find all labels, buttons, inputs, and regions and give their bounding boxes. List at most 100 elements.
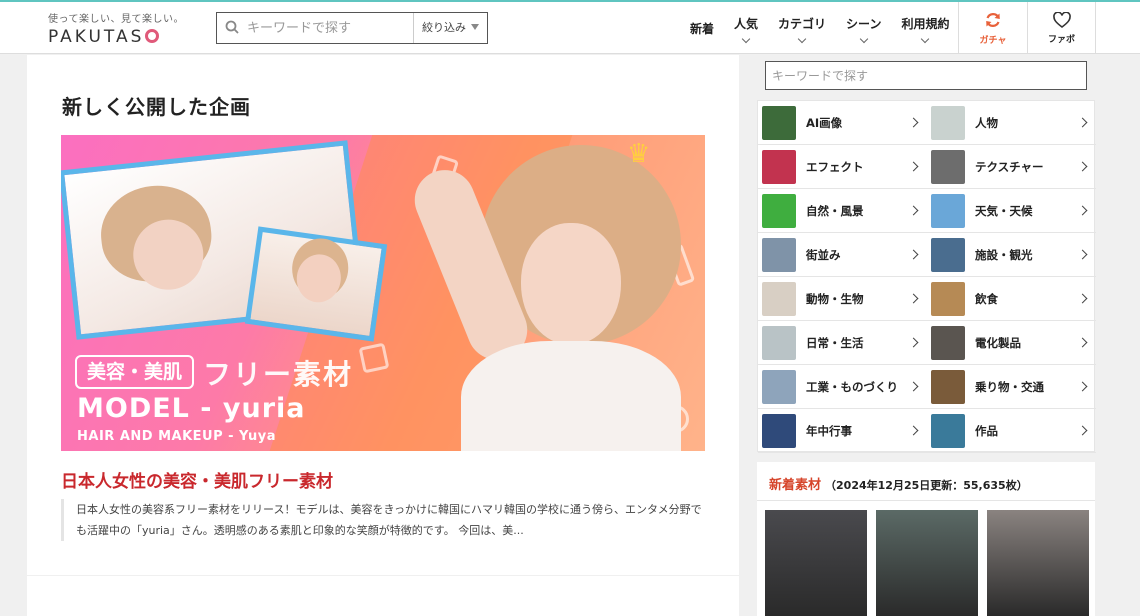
main-content: 新しく公開した企画 ♛ 美容・美肌 フリー素材 MODEL - yuria HA… [27, 55, 739, 575]
category-item[interactable]: 街並み [758, 233, 927, 277]
gacha-button[interactable]: ガチャ [958, 2, 1028, 54]
nav-item-label: カテゴリ [778, 16, 827, 31]
banner-decoration [358, 342, 390, 374]
category-item[interactable]: テクスチャー [927, 145, 1096, 189]
category-thumbnail [762, 282, 796, 316]
new-material-thumbnail[interactable] [987, 510, 1089, 616]
header-search-input[interactable] [247, 17, 417, 39]
chevron-right-icon [1077, 161, 1088, 172]
category-thumbnail [931, 106, 965, 140]
new-material-thumbnail[interactable] [765, 510, 867, 616]
category-label: 街並み [806, 248, 841, 262]
category-item[interactable]: エフェクト [758, 145, 927, 189]
category-label: AI画像 [806, 116, 843, 130]
category-label: 日常・生活 [806, 336, 864, 350]
chevron-right-icon [908, 117, 919, 128]
category-item[interactable]: 日常・生活 [758, 321, 927, 365]
category-item[interactable]: 飲食 [927, 277, 1096, 321]
search-icon [225, 20, 239, 34]
post-title-link[interactable]: 日本人女性の美容・美肌フリー素材 [61, 467, 333, 492]
sidebar-search [765, 61, 1087, 90]
model-body [461, 341, 681, 451]
chevron-right-icon [1077, 117, 1088, 128]
chevron-right-icon [1077, 205, 1088, 216]
category-thumbnail [762, 238, 796, 272]
category-label: 自然・風景 [806, 204, 864, 218]
category-item[interactable]: 工業・ものづくり [758, 365, 927, 409]
banner-model-name: MODEL - yuria [77, 393, 306, 424]
category-item[interactable]: 自然・風景 [758, 189, 927, 233]
category-label: 飲食 [975, 292, 998, 306]
logo-tagline: 使って楽しい、見て楽しい。 [48, 14, 184, 25]
category-thumbnail [931, 414, 965, 448]
chevron-right-icon [908, 425, 919, 436]
category-label: 人物 [975, 116, 998, 130]
nav-item-label: 人気 [734, 16, 759, 31]
site-logo[interactable]: 使って楽しい、見て楽しい。 PAKUTAS [48, 10, 188, 47]
nav-item[interactable]: カテゴリ [768, 2, 836, 54]
nav-item[interactable]: 利用規約 [891, 2, 959, 54]
sidebar-search-input[interactable] [766, 62, 1086, 89]
category-thumbnail [931, 326, 965, 360]
category-label: 動物・生物 [806, 292, 864, 306]
chevron-right-icon [908, 249, 919, 260]
category-thumbnail [762, 326, 796, 360]
model-face [521, 223, 621, 345]
category-item[interactable]: 電化製品 [927, 321, 1096, 365]
nav-item[interactable]: 新着 [680, 2, 724, 54]
divider [757, 500, 1095, 501]
category-item[interactable]: AI画像 [758, 101, 927, 145]
category-thumbnail [931, 238, 965, 272]
category-item[interactable]: 施設・観光 [927, 233, 1096, 277]
gacha-label: ガチャ [979, 35, 1007, 46]
photo-face [293, 251, 344, 306]
category-thumbnail [762, 106, 796, 140]
category-label: 作品 [975, 424, 998, 438]
chevron-right-icon [908, 161, 919, 172]
chevron-right-icon [908, 337, 919, 348]
new-materials-box: 新着素材 （2024年12月25日更新：55,635枚） [757, 462, 1095, 616]
category-thumbnail [931, 282, 965, 316]
main-nav: 新着 人気 カテゴリ シーン 利用規約 [680, 2, 959, 54]
category-thumbnail [931, 150, 965, 184]
category-item[interactable]: 年中行事 [758, 409, 927, 453]
chevron-right-icon [908, 381, 919, 392]
new-material-thumbnail[interactable] [876, 510, 978, 616]
filter-dropdown[interactable]: 絞り込み [413, 13, 487, 43]
logo-text: PAKUTAS [48, 27, 188, 47]
category-thumbnail [931, 194, 965, 228]
nav-item-label: 新着 [690, 21, 715, 36]
category-item[interactable]: 動物・生物 [758, 277, 927, 321]
category-item[interactable]: 作品 [927, 409, 1096, 453]
category-thumbnail [931, 370, 965, 404]
category-list: AI画像 人物エフェクト テクスチャー自然・風景 天気・天候街並み 施設・観光動物・生物… [757, 100, 1096, 453]
chevron-down-icon [741, 34, 751, 43]
dropdown-triangle-icon [471, 24, 479, 30]
new-materials-title: 新着素材 （2024年12月25日更新：55,635枚） [769, 478, 1028, 493]
chevron-right-icon [1077, 381, 1088, 392]
chevron-right-icon [1077, 425, 1088, 436]
category-label: 工業・ものづくり [806, 380, 898, 394]
favorite-button[interactable]: ファボ [1028, 2, 1096, 54]
crown-icon: ♛ [627, 139, 651, 169]
nav-item-label: 利用規約 [901, 16, 950, 31]
feature-banner[interactable]: ♛ 美容・美肌 フリー素材 MODEL - yuria HAIR AND MAK… [61, 135, 705, 451]
category-label: 天気・天候 [975, 204, 1033, 218]
category-item[interactable]: 天気・天候 [927, 189, 1096, 233]
category-thumbnail [762, 370, 796, 404]
category-label: 乗り物・交通 [975, 380, 1044, 394]
category-label: 年中行事 [806, 424, 852, 438]
nav-item-label: シーン [846, 16, 882, 31]
chevron-right-icon [1077, 293, 1088, 304]
category-item[interactable]: 人物 [927, 101, 1096, 145]
category-label: 電化製品 [975, 336, 1021, 350]
category-item[interactable]: 乗り物・交通 [927, 365, 1096, 409]
next-post-card [27, 576, 739, 616]
banner-tag-2: フリー素材 [203, 358, 354, 391]
nav-item[interactable]: シーン [836, 2, 891, 54]
nav-item[interactable]: 人気 [724, 2, 768, 54]
chevron-down-icon [921, 34, 930, 43]
chevron-right-icon [1077, 337, 1088, 348]
section-title: 新しく公開した企画 [62, 95, 251, 119]
chevron-right-icon [1077, 249, 1088, 260]
